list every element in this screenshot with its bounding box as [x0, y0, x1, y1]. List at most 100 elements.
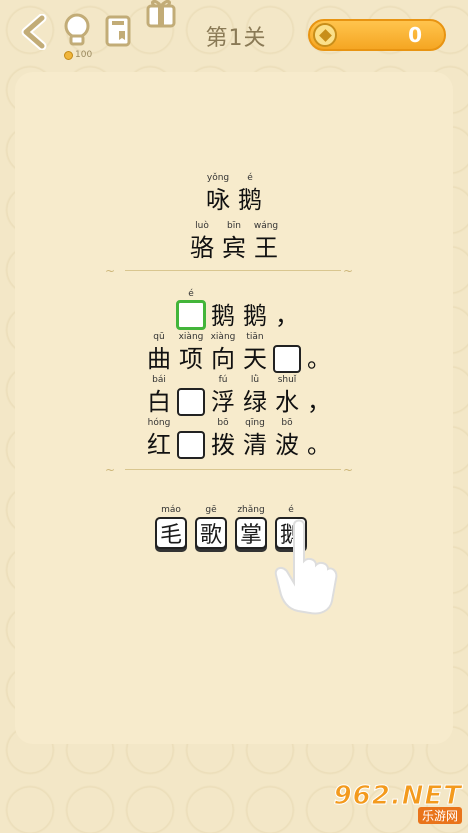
hint-cost-value: 100: [75, 50, 93, 60]
pinyin: tiān: [246, 332, 264, 342]
hanzi: 曲: [147, 345, 171, 373]
hanzi: 清: [243, 431, 267, 459]
watermark-sub: 乐游网: [417, 807, 462, 824]
coin-count: 0: [408, 23, 422, 47]
poem-char: bīn 宾: [218, 218, 250, 264]
option-char[interactable]: 歌: [195, 517, 227, 549]
poem-line-2: qū 曲 xiàng 项 xiàng 向 tiān 天 。: [143, 329, 335, 375]
hanzi: 天: [243, 345, 267, 373]
pinyin: bō: [217, 418, 229, 428]
book-icon: [105, 15, 131, 47]
poem-char: hóng 红: [143, 415, 175, 461]
poem-char: ，: [271, 286, 303, 332]
pinyin: shuǐ: [277, 375, 297, 385]
option-tile[interactable]: zhǎng 掌: [235, 504, 267, 552]
pinyin: xiàng: [178, 332, 204, 342]
pinyin: é: [188, 289, 194, 299]
pinyin: lǜ: [250, 375, 260, 385]
poem-char: 鹅: [239, 286, 271, 332]
hanzi: 。: [307, 431, 331, 459]
poem-char: 鹅: [207, 286, 239, 332]
poem-line-4: hóng 红 bō 拨 qīng 清 bō 波。: [143, 415, 335, 461]
pinyin: xiàng: [210, 332, 236, 342]
option-char[interactable]: 毛: [155, 517, 187, 549]
top-bar: 100 第1关 0: [0, 0, 468, 70]
poem-char: 。: [303, 329, 335, 375]
pinyin: é: [247, 173, 253, 183]
back-button[interactable]: [20, 14, 50, 50]
hanzi: 。: [307, 345, 331, 373]
option-tile[interactable]: máo 毛: [155, 504, 187, 552]
answer-blank[interactable]: [175, 372, 207, 418]
pinyin: qīng: [245, 418, 265, 428]
poem-char: yǒng 咏: [202, 170, 234, 216]
poem-char: xiàng 项: [175, 329, 207, 375]
poem-char: fú 浮: [207, 372, 239, 418]
hanzi: 骆: [190, 234, 214, 262]
watermark: 962.NET 乐游网: [332, 781, 462, 825]
poem-char: luò 骆: [186, 218, 218, 264]
lightbulb-icon: [64, 13, 90, 46]
poem-char: qū 曲: [143, 329, 175, 375]
pinyin: bō: [281, 418, 293, 428]
hanzi: 水: [275, 388, 299, 416]
answer-blank[interactable]: [175, 415, 207, 461]
pinyin: fú: [218, 375, 228, 385]
hanzi: 向: [211, 345, 235, 373]
pinyin: zhǎng: [237, 505, 265, 515]
poem-title: yǒng 咏 é 鹅: [202, 170, 266, 216]
blank-box[interactable]: [273, 345, 301, 373]
option-tile[interactable]: gē 歌: [195, 504, 227, 552]
pinyin: qū: [153, 332, 165, 342]
pinyin: wáng: [253, 221, 279, 231]
poem-char: xiàng 向: [207, 329, 239, 375]
back-arrow-icon: [21, 14, 47, 50]
divider-top: ~ ~: [105, 264, 354, 278]
pinyin: yǒng: [206, 173, 230, 183]
poem-char: 。: [303, 415, 335, 461]
hint-cost: 100: [64, 50, 92, 60]
coin-balance[interactable]: 0: [308, 19, 446, 51]
hanzi: 王: [254, 234, 278, 262]
poem-author: luò 骆 bīn 宾 wáng 王: [186, 218, 282, 264]
hanzi: 浮: [211, 388, 235, 416]
hint-button[interactable]: [62, 12, 92, 48]
gift-icon: [146, 0, 176, 28]
pinyin: luò: [195, 221, 209, 231]
hanzi: 拨: [211, 431, 235, 459]
hanzi: 红: [147, 431, 171, 459]
poem-line-1: é 鹅鹅 ，: [175, 286, 303, 332]
book-button[interactable]: [104, 14, 132, 48]
gift-button[interactable]: [143, 0, 179, 28]
poem-char: ，: [303, 372, 335, 418]
poem-char: bō 拨: [207, 415, 239, 461]
divider-bottom: ~ ~: [105, 463, 354, 477]
hanzi: 宾: [222, 234, 246, 262]
poem-char: lǜ 绿: [239, 372, 271, 418]
hanzi: ，: [307, 388, 331, 416]
coin-icon: [313, 23, 337, 47]
answer-blank[interactable]: [271, 329, 303, 375]
hanzi: ，: [275, 302, 299, 330]
pinyin: máo: [161, 505, 181, 515]
option-char[interactable]: 掌: [235, 517, 267, 549]
hanzi: 白: [147, 388, 171, 416]
poem-line-3: bái 白 fú 浮 lǜ 绿 shuǐ 水 ，: [143, 372, 335, 418]
hanzi: 鹅: [238, 186, 262, 214]
pinyin: bīn: [227, 221, 241, 231]
answer-blank[interactable]: é: [175, 286, 207, 332]
poem-char: bō 波: [271, 415, 303, 461]
poem-char: qīng 清: [239, 415, 271, 461]
poem-card: yǒng 咏 é 鹅 luò 骆 bīn 宾 wáng 王 ~ ~ é 鹅鹅， qū 曲 xiàng 项…: [15, 72, 453, 744]
pointing-hand-icon: [274, 519, 338, 615]
hanzi: 绿: [243, 388, 267, 416]
poem-char: wáng 王: [250, 218, 282, 264]
poem-char: shuǐ 水: [271, 372, 303, 418]
hanzi: 鹅: [243, 302, 267, 330]
blank-box[interactable]: [177, 431, 205, 459]
poem-char: é鹅: [234, 170, 266, 216]
active-blank-box[interactable]: [176, 300, 206, 330]
hanzi: 咏: [206, 186, 230, 214]
blank-box[interactable]: [177, 388, 205, 416]
hanzi: 波: [275, 431, 299, 459]
